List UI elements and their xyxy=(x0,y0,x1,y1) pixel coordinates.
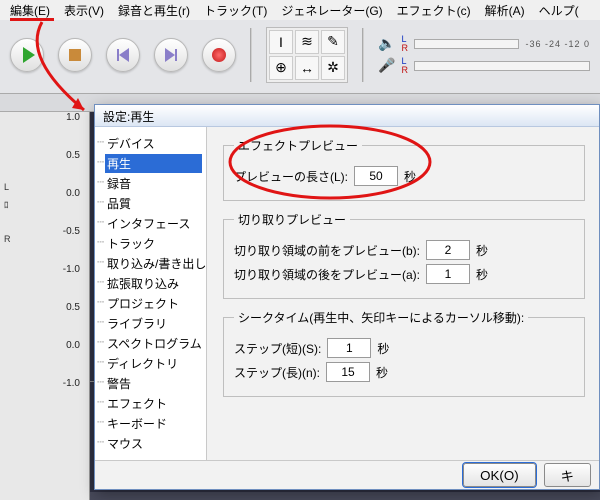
menu-view[interactable]: 表示(V) xyxy=(58,1,110,20)
toolbar-separator xyxy=(250,28,252,82)
menu-edit[interactable]: 編集(E) xyxy=(4,1,56,20)
ok-button[interactable]: OK(O) xyxy=(463,463,536,487)
skip-start-icon xyxy=(117,48,129,62)
preferences-tree[interactable]: デバイス 再生 録音 品質 インタフェース トラック 取り込み/書き出し 拡張取… xyxy=(95,127,207,460)
track-channel-j: ﾛ xyxy=(4,198,9,211)
toolbar-separator xyxy=(362,28,364,82)
tree-mouse[interactable]: マウス xyxy=(105,434,202,453)
stop-icon xyxy=(69,49,81,61)
menu-bar: 編集(E) 表示(V) 録音と再生(r) トラック(T) ジェネレーター(G) … xyxy=(0,0,600,20)
meter-in-r: R xyxy=(401,66,408,75)
tree-warnings[interactable]: 警告 xyxy=(105,374,202,393)
amplitude-scale: 1.0 0.5 0.0 -0.5 -1.0 0.5 0.0 -1.0 xyxy=(50,112,84,416)
tree-directories[interactable]: ディレクトリ xyxy=(105,354,202,373)
group-effect-preview-legend: エフェクトプレビュー xyxy=(234,137,362,154)
tree-effects[interactable]: エフェクト xyxy=(105,394,202,413)
tree-projects[interactable]: プロジェクト xyxy=(105,294,202,313)
play-button[interactable] xyxy=(10,38,44,72)
group-effect-preview: エフェクトプレビュー プレビューの長さ(L): 秒 xyxy=(223,137,585,201)
preview-length-label: プレビューの長さ(L): xyxy=(234,168,348,185)
unit-seconds: 秒 xyxy=(376,364,388,381)
preferences-dialog: 設定:再生 デバイス 再生 録音 品質 インタフェース トラック 取り込み/書き… xyxy=(94,104,600,490)
record-button[interactable] xyxy=(202,38,236,72)
group-cut-preview: 切り取りプレビュー 切り取り領域の前をプレビュー(b): 秒 切り取り領域の後を… xyxy=(223,211,585,299)
recording-meter[interactable] xyxy=(414,61,590,71)
tree-quality[interactable]: 品質 xyxy=(105,194,202,213)
cut-before-input[interactable] xyxy=(426,240,470,260)
record-icon xyxy=(212,48,226,62)
menu-effect[interactable]: エフェクト(c) xyxy=(391,1,477,20)
cut-before-label: 切り取り領域の前をプレビュー(b): xyxy=(234,242,420,259)
tree-interface[interactable]: インタフェース xyxy=(105,214,202,233)
tree-recording[interactable]: 録音 xyxy=(105,174,202,193)
seek-long-input[interactable] xyxy=(326,362,370,382)
menu-record[interactable]: 録音と再生(r) xyxy=(112,1,196,20)
cancel-button[interactable]: キ xyxy=(544,463,591,487)
menu-tracks[interactable]: トラック(T) xyxy=(198,1,273,20)
group-seek-time: シークタイム(再生中、矢印キーによるカーソル移動): ステップ(短)(S): 秒… xyxy=(223,309,585,397)
meters: 🔈 L R -36 -24 -12 0 🎤 L R xyxy=(378,35,590,75)
play-icon xyxy=(23,47,35,63)
unit-seconds: 秒 xyxy=(476,266,488,283)
skip-end-button[interactable] xyxy=(154,38,188,72)
seek-short-input[interactable] xyxy=(327,338,371,358)
tree-playback[interactable]: 再生 xyxy=(105,154,202,173)
track-header[interactable]: L R ﾛ 1.0 0.5 0.0 -0.5 -1.0 0.5 0.0 -1.0 xyxy=(0,112,90,500)
dialog-button-bar: OK(O) キ xyxy=(95,460,599,489)
playback-meter[interactable] xyxy=(414,39,520,49)
tool-selection[interactable]: I xyxy=(269,30,293,54)
tree-importexport[interactable]: 取り込み/書き出し xyxy=(105,254,202,273)
unit-seconds: 秒 xyxy=(404,168,416,185)
meter-ticks: -36 -24 -12 0 xyxy=(525,39,590,49)
unit-seconds: 秒 xyxy=(476,242,488,259)
menu-generate[interactable]: ジェネレーター(G) xyxy=(275,1,388,20)
preferences-page: エフェクトプレビュー プレビューの長さ(L): 秒 切り取りプレビュー 切り取り… xyxy=(207,127,599,460)
stop-button[interactable] xyxy=(58,38,92,72)
tool-timeshift[interactable]: ↔ xyxy=(295,56,319,80)
tool-envelope[interactable]: ≋ xyxy=(295,30,319,54)
group-seek-time-legend: シークタイム(再生中、矢印キーによるカーソル移動): xyxy=(234,309,528,326)
tree-keyboard[interactable]: キーボード xyxy=(105,414,202,433)
seek-short-label: ステップ(短)(S): xyxy=(234,340,321,357)
seek-long-label: ステップ(長)(n): xyxy=(234,364,320,381)
tool-draw[interactable]: ✎ xyxy=(321,30,345,54)
track-channel-r: R xyxy=(4,234,11,244)
tool-zoom[interactable]: ⊕ xyxy=(269,56,293,80)
tree-spectrogram[interactable]: スペクトログラム xyxy=(105,334,202,353)
tool-multi[interactable]: ✲ xyxy=(321,56,345,80)
cut-after-label: 切り取り領域の後をプレビュー(a): xyxy=(234,266,420,283)
edit-tools: I ≋ ✎ ⊕ ↔ ✲ xyxy=(266,27,348,83)
menu-analyze[interactable]: 解析(A) xyxy=(479,1,531,20)
group-cut-preview-legend: 切り取りプレビュー xyxy=(234,211,350,228)
tree-tracks[interactable]: トラック xyxy=(105,234,202,253)
tree-libraries[interactable]: ライブラリ xyxy=(105,314,202,333)
dialog-title: 設定:再生 xyxy=(95,105,599,127)
transport-toolbar: I ≋ ✎ ⊕ ↔ ✲ 🔈 L R -36 -24 -12 0 🎤 L R xyxy=(0,20,600,94)
menu-help[interactable]: ヘルプ( xyxy=(533,1,585,20)
skip-end-icon xyxy=(165,48,177,62)
unit-seconds: 秒 xyxy=(377,340,389,357)
skip-start-button[interactable] xyxy=(106,38,140,72)
tree-devices[interactable]: デバイス xyxy=(105,134,202,153)
mic-icon: 🎤 xyxy=(378,57,395,74)
preview-length-input[interactable] xyxy=(354,166,398,186)
tree-extimport[interactable]: 拡張取り込み xyxy=(105,274,202,293)
speaker-icon: 🔈 xyxy=(378,35,395,52)
track-channel-l: L xyxy=(4,182,9,192)
meter-out-r: R xyxy=(401,44,408,53)
cut-after-input[interactable] xyxy=(426,264,470,284)
